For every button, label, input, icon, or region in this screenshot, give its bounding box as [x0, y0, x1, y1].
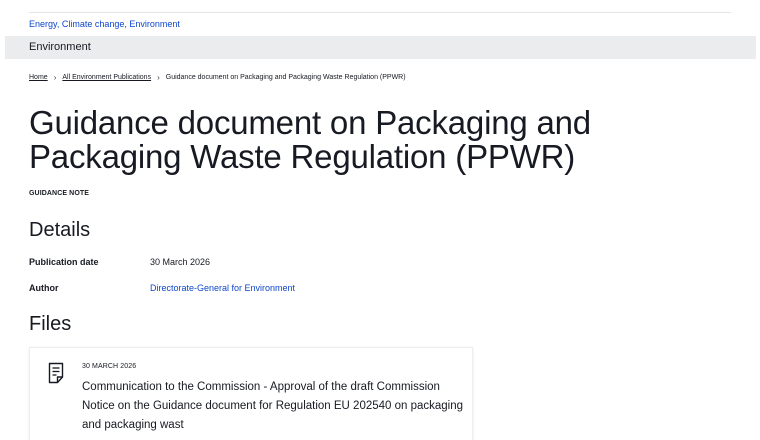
topics-link[interactable]: Energy, Climate change, Environment	[29, 19, 180, 29]
files-heading: Files	[29, 313, 72, 335]
chevron-right-icon: ›	[53, 73, 57, 82]
breadcrumb-current: Guidance document on Packaging and Packa…	[165, 74, 406, 81]
details-heading: Details	[29, 219, 91, 241]
breadcrumb-home-link[interactable]: Home	[29, 74, 48, 81]
file-date: 30 MARCH 2026	[82, 363, 137, 370]
publication-date-label: Publication date	[29, 257, 99, 267]
document-icon	[48, 362, 64, 384]
site-header-bar: Environment	[5, 36, 756, 59]
breadcrumb-publications-link[interactable]: All Environment Publications	[62, 74, 151, 81]
page-title: Guidance document on Packaging and Packa…	[29, 104, 591, 175]
author-label: Author	[29, 283, 59, 293]
chevron-right-icon: ›	[157, 73, 160, 82]
publication-date-row: Publication date 30 March 2026	[29, 257, 210, 267]
author-row: Author Directorate-General for Environme…	[29, 283, 295, 293]
topic-links[interactable]: Energy, Climate change, Environment	[29, 19, 180, 29]
file-card[interactable]: 30 MARCH 2026 Communication to the Commi…	[29, 347, 473, 440]
site-name[interactable]: Environment	[29, 41, 91, 53]
file-title[interactable]: Communication to the Commission - Approv…	[82, 378, 467, 435]
document-type-label: GUIDANCE NOTE	[29, 190, 90, 197]
author-link[interactable]: Directorate-General for Environment	[150, 283, 295, 293]
breadcrumb: Home › All Environment Publications › Gu…	[29, 73, 406, 82]
header-divider	[29, 12, 731, 13]
publication-date-value: 30 March 2026	[150, 257, 211, 267]
